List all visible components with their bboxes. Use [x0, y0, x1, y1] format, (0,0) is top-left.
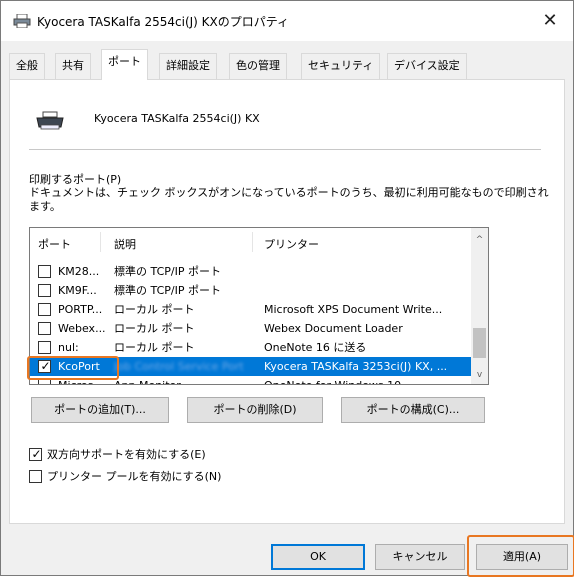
- port-list-header: ポート 説明 プリンター: [30, 228, 472, 256]
- ok-button[interactable]: OK: [271, 544, 365, 570]
- port-description: ローカル ポート: [114, 303, 195, 316]
- port-checkbox[interactable]: [38, 341, 51, 354]
- scrollbar-thumb[interactable]: [473, 328, 486, 358]
- delete-port-button[interactable]: ポートの削除(D): [187, 397, 323, 423]
- printer-name: Kyocera TASKalfa 2554ci(J) KX: [94, 112, 260, 125]
- tab-general[interactable]: 全般: [9, 53, 45, 79]
- port-description: 標準の TCP/IP ポート: [114, 265, 221, 278]
- pooling-label: プリンター プールを有効にする(N): [47, 470, 222, 483]
- bidirectional-label: 双方向サポートを有効にする(E): [47, 448, 206, 461]
- port-row-webex[interactable]: Webex... ローカル ポート Webex Document Loader: [30, 319, 472, 338]
- column-header-description[interactable]: 説明: [114, 236, 136, 252]
- port-checkbox[interactable]: [38, 322, 51, 335]
- port-printer: OneNote 16 に送る: [264, 341, 367, 354]
- port-checkbox[interactable]: [38, 265, 51, 278]
- port-row-nul[interactable]: nul: ローカル ポート OneNote 16 に送る: [30, 338, 472, 357]
- port-row-km9f[interactable]: KM9F... 標準の TCP/IP ポート: [30, 281, 472, 300]
- tab-ports[interactable]: ポート: [101, 49, 148, 80]
- printer-icon: [13, 14, 31, 28]
- cancel-button[interactable]: キャンセル: [375, 544, 465, 570]
- port-name: PORTP...: [58, 303, 103, 316]
- port-description: ローカル ポート: [114, 322, 195, 335]
- port-description: ローカル ポート: [114, 341, 195, 354]
- properties-dialog: Kyocera TASKalfa 2554ci(J) KXのプロパティ ✕ 全般…: [0, 0, 574, 577]
- tab-device-settings[interactable]: デバイス設定: [387, 53, 467, 79]
- port-printer: Kyocera TASKalfa 3253ci(J) KX, ...: [264, 360, 448, 373]
- port-checkbox[interactable]: [38, 284, 51, 297]
- tab-color-management[interactable]: 色の管理: [229, 53, 287, 79]
- apply-highlight: [467, 535, 574, 577]
- checkmark-icon: ✓: [31, 447, 42, 461]
- column-divider[interactable]: [100, 232, 101, 252]
- divider: [29, 149, 541, 150]
- port-row-portprompt[interactable]: PORTP... ローカル ポート Microsoft XPS Document…: [30, 300, 472, 319]
- column-divider[interactable]: [252, 232, 253, 252]
- kcoport-highlight: [27, 356, 119, 380]
- window-title: Kyocera TASKalfa 2554ci(J) KXのプロパティ: [37, 15, 290, 29]
- port-name: Webex...: [58, 322, 106, 335]
- port-printer: OneNote for Windows 10: [264, 376, 401, 384]
- column-header-port[interactable]: ポート: [38, 236, 71, 252]
- port-row-km28[interactable]: KM28... 標準の TCP/IP ポート: [30, 262, 472, 281]
- tab-advanced[interactable]: 詳細設定: [159, 53, 217, 79]
- pooling-checkbox[interactable]: [29, 470, 42, 483]
- port-checkbox[interactable]: [38, 303, 51, 316]
- bidirectional-checkbox[interactable]: ✓: [29, 447, 42, 461]
- tab-security[interactable]: セキュリティ: [301, 53, 381, 79]
- port-name: KM9F...: [58, 284, 97, 297]
- port-name: KM28...: [58, 265, 100, 278]
- add-port-button[interactable]: ポートの追加(T)...: [31, 397, 169, 423]
- port-description: 標準の TCP/IP ポート: [114, 284, 221, 297]
- scroll-up-icon[interactable]: ^: [471, 232, 488, 249]
- port-printer: Webex Document Loader: [264, 322, 403, 335]
- ports-label: 印刷するポート(P): [29, 173, 122, 186]
- scroll-down-icon[interactable]: v: [471, 367, 488, 384]
- port-list-scrollbar[interactable]: ^ v: [471, 228, 488, 384]
- configure-port-button[interactable]: ポートの構成(C)...: [341, 397, 485, 423]
- ports-description: ドキュメントは、チェック ボックスがオンになっているポートのうち、最初に利用可能…: [29, 186, 549, 213]
- tab-sharing[interactable]: 共有: [55, 53, 91, 79]
- close-icon[interactable]: ✕: [527, 1, 573, 41]
- printer-large-icon: [36, 111, 64, 130]
- port-name: nul:: [58, 341, 79, 354]
- port-description: Job Control Service Port: [114, 360, 244, 373]
- port-printer: Microsoft XPS Document Write...: [264, 303, 443, 316]
- title-bar: Kyocera TASKalfa 2554ci(J) KXのプロパティ ✕: [1, 1, 573, 41]
- column-header-printer[interactable]: プリンター: [264, 236, 319, 252]
- port-description: App Monitor: [114, 376, 181, 384]
